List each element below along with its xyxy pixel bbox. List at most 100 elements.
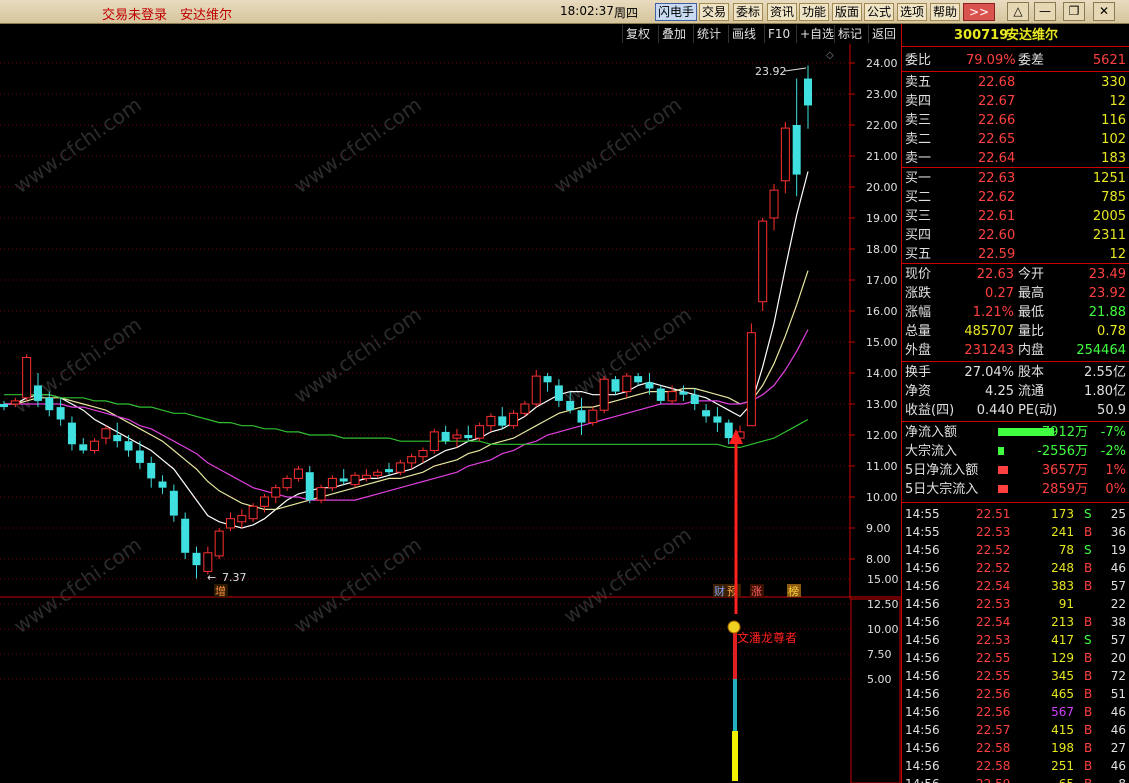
shirt-icon[interactable]: △: [1007, 2, 1029, 21]
event-marker-limit-up[interactable]: 涨: [751, 585, 762, 598]
bid-volume: 1251: [1092, 171, 1126, 186]
stat-value: 231243: [964, 343, 1014, 358]
low-price-label: 7.37: [222, 571, 247, 584]
candle: [599, 376, 609, 414]
tick-row: 14:56 22.53 417 S 57: [902, 631, 1129, 649]
flow-pct: 1%: [1105, 463, 1126, 478]
event-marker-finance[interactable]: 财: [714, 584, 725, 598]
stat-value: 0.78: [1097, 324, 1126, 339]
bid-label: 买三: [905, 209, 932, 224]
menu-layout[interactable]: 版面: [832, 3, 863, 21]
tick-volume: 173: [1051, 507, 1074, 521]
price-stat-row: 涨跌 0.27 最高 23.92: [902, 284, 1129, 303]
candle: [56, 397, 65, 426]
tick-side: B: [1084, 759, 1093, 773]
tick-price: 22.56: [976, 705, 1011, 719]
login-status[interactable]: 交易未登录: [102, 4, 167, 23]
stat-value: 1.80亿: [1084, 384, 1126, 399]
tick-volume: 251: [1051, 759, 1074, 773]
tick-count: 51: [1110, 687, 1126, 701]
candle: [509, 410, 519, 429]
tick-volume: 91: [1058, 597, 1074, 611]
tick-price: 22.55: [976, 651, 1011, 665]
menu-trade[interactable]: 交易: [699, 3, 730, 21]
menu-order-mark[interactable]: 委标: [733, 3, 764, 21]
stock-header: 300719 安达维尔: [902, 26, 1129, 45]
high-arrow-line: [784, 67, 807, 72]
candle: [656, 385, 665, 404]
flow-label: 大宗流入: [905, 444, 958, 459]
diamond-icon: ◇: [826, 50, 834, 61]
stat-value: 0.27: [985, 286, 1014, 301]
tick-price: 22.54: [976, 579, 1011, 593]
ask-price: 22.64: [978, 151, 1016, 166]
menu-functions[interactable]: 功能: [799, 3, 830, 21]
price-stat-row: 涨幅 1.21% 最低 21.88: [902, 303, 1129, 322]
event-marker-dragon-list[interactable]: 榜: [788, 584, 799, 598]
menu-formula[interactable]: 公式: [864, 3, 895, 21]
close-icon[interactable]: ✕: [1093, 2, 1115, 21]
tick-side: S: [1084, 507, 1092, 521]
candle: [327, 475, 337, 491]
menu-more-button[interactable]: >>: [963, 3, 995, 21]
kline-chart[interactable]: www.cfchi.com www.cfchi.com www.cfchi.com w…: [0, 24, 901, 783]
candle: [192, 546, 201, 579]
watermark-text: www.cfchi.com: [9, 92, 146, 198]
candle: [158, 475, 167, 494]
price-tick-label: 15.00: [866, 336, 898, 349]
candle: [124, 435, 133, 457]
stat-value: 4.25: [985, 384, 1014, 399]
order-ratio-row: 委比 79.09% 委差 5621: [905, 53, 1126, 68]
menu-options[interactable]: 选项: [897, 3, 928, 21]
ask-volume: 183: [1101, 151, 1126, 166]
ask-price: 22.68: [978, 75, 1016, 90]
bid-volume: 2005: [1092, 209, 1126, 224]
fundamental-row: 净资 4.25 流通 1.80亿: [902, 382, 1129, 401]
ask-row: 卖五 22.68 330: [902, 73, 1129, 92]
tick-row: 14:56 22.54 213 B 38: [902, 613, 1129, 631]
candle: [758, 218, 768, 311]
bid-volume: 785: [1101, 190, 1126, 205]
tick-price: 22.56: [976, 687, 1011, 701]
stat-label: 涨跌: [905, 286, 932, 301]
menu-news[interactable]: 资讯: [767, 3, 798, 21]
tick-row: 14:55 22.53 241 B 36: [902, 523, 1129, 541]
tick-volume: 213: [1051, 615, 1074, 629]
flow-bar: [998, 466, 1008, 474]
tick-price: 22.59: [976, 775, 1010, 783]
stat-label: 现价: [905, 267, 932, 282]
tick-row: 14:56 22.53 91 22: [902, 595, 1129, 613]
bid-price: 22.59: [978, 247, 1016, 262]
candle: [746, 323, 756, 427]
money-flow-row: 大宗流入 -2556万 -2%: [902, 442, 1129, 461]
watermark-text: www.cfchi.com: [559, 522, 696, 628]
tick-price: 22.52: [976, 561, 1011, 575]
ask-volume: 102: [1101, 132, 1126, 147]
price-tick-label: 14.00: [866, 367, 898, 380]
stat-label: 换手: [905, 365, 932, 380]
tick-time: 14:56: [905, 579, 940, 593]
tick-count: 36: [1110, 525, 1126, 539]
restore-icon[interactable]: ❐: [1063, 2, 1085, 21]
minimize-icon[interactable]: —: [1034, 2, 1056, 21]
stat-label: 内盘: [1018, 343, 1045, 358]
stat-label: PE(动): [1018, 403, 1058, 418]
money-flow-row: 净流入额 -7912万 -7%: [902, 423, 1129, 442]
ask-row: 卖一 22.64 183: [902, 149, 1129, 168]
indicator-tick-label: 5.00: [867, 673, 892, 686]
tick-time: 14:55: [905, 507, 940, 521]
bid-price: 22.60: [978, 228, 1016, 243]
candle: [373, 469, 383, 479]
event-marker-increase[interactable]: 增: [215, 584, 226, 598]
stat-value: 0.440: [976, 403, 1014, 418]
menu-help[interactable]: 帮助: [930, 3, 961, 21]
candle: [622, 373, 632, 398]
flow-pct: -2%: [1100, 444, 1126, 459]
candle: [113, 422, 122, 448]
tick-volume: 248: [1051, 561, 1074, 575]
ask-price: 22.67: [978, 94, 1016, 109]
candle: [90, 438, 100, 454]
tick-volume: 383: [1051, 579, 1074, 593]
menu-flash-trade[interactable]: 闪电手: [655, 3, 698, 21]
stat-label: 今开: [1018, 267, 1045, 282]
